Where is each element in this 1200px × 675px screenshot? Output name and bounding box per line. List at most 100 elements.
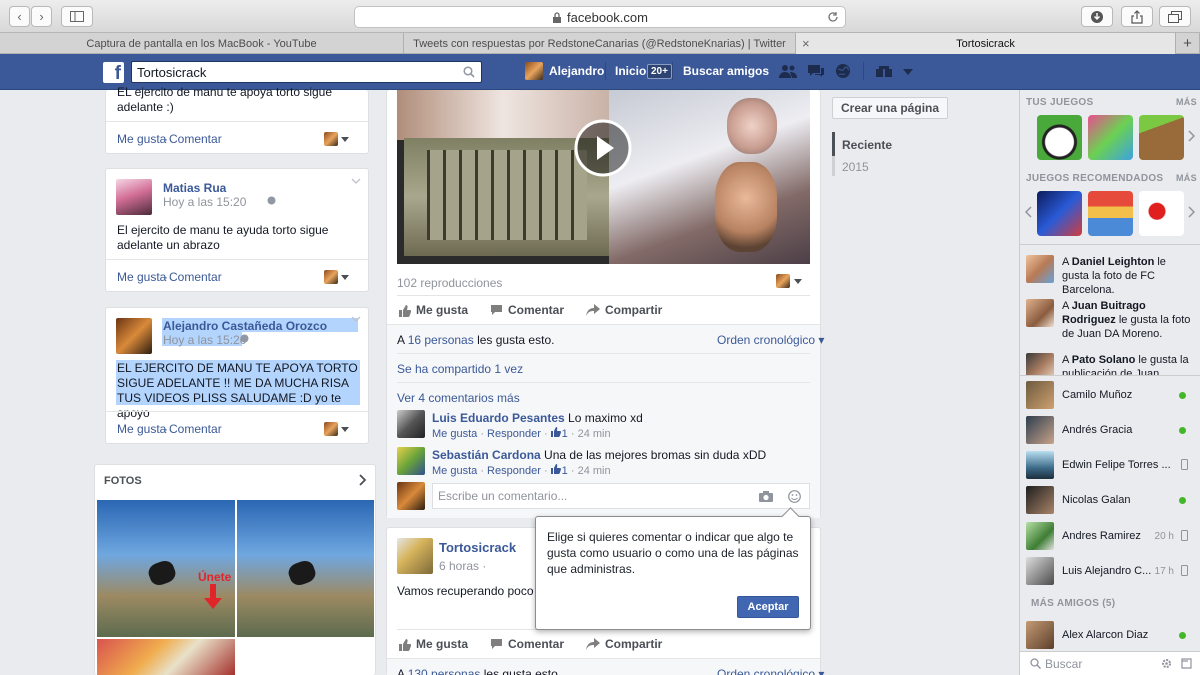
chevron-right-icon[interactable] bbox=[1188, 130, 1195, 142]
chat-contact-6[interactable]: Luis Alejandro C... 17 h bbox=[1026, 555, 1200, 587]
photo-thumbnail-3[interactable] bbox=[97, 639, 235, 675]
chevron-down-icon[interactable] bbox=[794, 279, 802, 284]
chevron-down-icon[interactable] bbox=[341, 427, 349, 432]
like-link-3[interactable]: Me gusta bbox=[117, 422, 166, 436]
your-games-more-link[interactable]: MÁS bbox=[1176, 97, 1197, 107]
game-dots-icon[interactable] bbox=[1139, 191, 1184, 236]
messages-icon[interactable] bbox=[806, 63, 826, 79]
tab-twitter[interactable]: Tweets con respuestas por RedstoneCanari… bbox=[404, 33, 796, 54]
back-button[interactable]: ‹ bbox=[9, 6, 30, 27]
chevron-down-icon[interactable] bbox=[341, 275, 349, 280]
game-friends-icon[interactable] bbox=[1088, 115, 1133, 160]
accept-button[interactable]: Aceptar bbox=[737, 596, 799, 618]
privacy-shortcuts-icon[interactable] bbox=[876, 66, 892, 78]
photo-thumbnail-2[interactable] bbox=[237, 500, 374, 637]
home-link[interactable]: Inicio bbox=[615, 64, 646, 78]
tab-youtube[interactable]: Captura de pantalla en los MacBook - You… bbox=[0, 33, 404, 54]
post-as-avatar-3[interactable] bbox=[324, 422, 338, 436]
facebook-search-input[interactable]: Tortosicrack bbox=[131, 61, 482, 83]
like-link-1[interactable]: Me gusta bbox=[117, 132, 166, 146]
chat-contact-4[interactable]: Nicolas Galan bbox=[1026, 484, 1200, 516]
profile-link[interactable]: Alejandro bbox=[549, 64, 604, 78]
chat-contact-1[interactable]: Camilo Muñoz bbox=[1026, 379, 1200, 411]
comment-order-dropdown[interactable]: Orden cronológico ▾ bbox=[717, 333, 824, 347]
play-icon[interactable] bbox=[574, 119, 632, 177]
chevron-right-icon[interactable] bbox=[359, 474, 367, 486]
timeline-recent[interactable]: Reciente bbox=[842, 138, 892, 152]
facebook-logo[interactable]: f bbox=[103, 62, 124, 83]
sebastian-avatar[interactable] bbox=[397, 447, 425, 475]
reload-icon[interactable] bbox=[827, 11, 839, 23]
comment-time-2[interactable]: Hoy a las 15:20 bbox=[163, 195, 246, 209]
game-soccer-icon[interactable] bbox=[1037, 115, 1082, 160]
game-action-icon[interactable] bbox=[1037, 191, 1082, 236]
comment-author-3[interactable]: Alejandro Castañeda Orozco bbox=[163, 319, 327, 333]
post-as-avatar-2[interactable] bbox=[324, 270, 338, 284]
find-friends-link[interactable]: Buscar amigos bbox=[683, 64, 769, 78]
chat-contact-3[interactable]: Edwin Felipe Torres ... bbox=[1026, 449, 1200, 481]
comment-button[interactable]: Comentar bbox=[490, 303, 564, 317]
new-tab-button[interactable]: + bbox=[1176, 33, 1200, 54]
address-bar[interactable]: facebook.com bbox=[354, 6, 846, 28]
ticker-avatar-3[interactable] bbox=[1026, 353, 1054, 375]
luis-eduardo-avatar[interactable] bbox=[397, 410, 425, 438]
comment-time-3[interactable]: Hoy a las 15:20 bbox=[163, 333, 246, 347]
ticker-avatar-1[interactable] bbox=[1026, 255, 1054, 283]
chat-contact-5[interactable]: Andres Ramirez 20 h bbox=[1026, 520, 1200, 552]
timeline-2015[interactable]: 2015 bbox=[842, 160, 869, 174]
comment-link-1[interactable]: Comentar bbox=[169, 132, 222, 146]
ticker-avatar-2[interactable] bbox=[1026, 299, 1054, 327]
gear-icon[interactable] bbox=[1161, 658, 1172, 669]
like-button-2[interactable]: Me gusta bbox=[398, 637, 468, 651]
video-player[interactable] bbox=[397, 90, 810, 264]
post-as-avatar-1[interactable] bbox=[324, 132, 338, 146]
comment-order-dropdown-2[interactable]: Orden cronológico ▾ bbox=[717, 667, 824, 675]
chevron-down-icon[interactable] bbox=[341, 137, 349, 142]
share-post-button[interactable]: Compartir bbox=[586, 303, 662, 317]
write-comment-input[interactable]: Escribe un comentario... bbox=[432, 483, 810, 509]
comment-reply-link[interactable]: Responder bbox=[487, 465, 541, 477]
user-avatar[interactable] bbox=[525, 62, 543, 80]
recommended-games-more-link[interactable]: MÁS bbox=[1176, 173, 1197, 183]
matias-rua-avatar[interactable] bbox=[116, 179, 152, 215]
comment-link-3[interactable]: Comentar bbox=[169, 422, 222, 436]
chevron-left-icon[interactable] bbox=[1025, 206, 1032, 218]
create-page-button[interactable]: Crear una página bbox=[832, 97, 949, 119]
ticker-item-2[interactable]: A Juan Buitrago Rodriguez le gusta la fo… bbox=[1062, 299, 1192, 341]
camera-icon[interactable] bbox=[759, 490, 773, 502]
likes-people-link[interactable]: 16 personas bbox=[408, 333, 474, 347]
chevron-right-icon[interactable] bbox=[1188, 206, 1195, 218]
post-time[interactable]: 6 horas · bbox=[439, 559, 486, 573]
tabs-overview-button[interactable] bbox=[1159, 6, 1191, 27]
share-button[interactable] bbox=[1121, 6, 1153, 27]
like-link-2[interactable]: Me gusta bbox=[117, 270, 166, 284]
photos-title[interactable]: FOTOS bbox=[104, 475, 142, 487]
view-more-comments-link[interactable]: Ver 4 comentarios más bbox=[397, 391, 520, 405]
search-icon[interactable] bbox=[463, 66, 475, 78]
forward-button[interactable]: › bbox=[31, 6, 52, 27]
comment-button-2[interactable]: Comentar bbox=[490, 637, 564, 651]
comment-link-2[interactable]: Comentar bbox=[169, 270, 222, 284]
friend-requests-icon[interactable] bbox=[778, 63, 798, 79]
new-chat-icon[interactable] bbox=[1181, 658, 1192, 669]
tab-tortosicrack[interactable]: × Tortosicrack bbox=[796, 33, 1176, 54]
chat-search-input[interactable]: Buscar bbox=[1020, 651, 1200, 675]
post-author[interactable]: Tortosicrack bbox=[439, 540, 516, 555]
chat-contact-7[interactable]: Alex Alarcon Diaz bbox=[1026, 619, 1200, 651]
comment-like-link[interactable]: Me gusta bbox=[432, 465, 477, 477]
share-post-button-2[interactable]: Compartir bbox=[586, 637, 662, 651]
game-blocks-icon[interactable] bbox=[1139, 115, 1184, 160]
sidebar-toggle-button[interactable] bbox=[61, 6, 93, 27]
like-button[interactable]: Me gusta bbox=[398, 303, 468, 317]
game-happy-wheels-icon[interactable] bbox=[1088, 191, 1133, 236]
account-menu-chevron-icon[interactable] bbox=[903, 69, 913, 75]
downloads-button[interactable] bbox=[1081, 6, 1113, 27]
options-chevron-icon[interactable] bbox=[351, 178, 361, 184]
close-tab-icon[interactable]: × bbox=[802, 36, 810, 51]
options-chevron-icon[interactable] bbox=[351, 316, 361, 322]
tortosicrack-avatar[interactable] bbox=[397, 538, 433, 574]
photo-thumbnail-1[interactable]: Únete bbox=[97, 500, 235, 637]
post-as-avatar-video[interactable] bbox=[776, 274, 790, 288]
ticker-item-3[interactable]: A Pato Solano le gusta la publicación de… bbox=[1062, 353, 1192, 375]
ticker-item-1[interactable]: A Daniel Leighton le gusta la foto de FC… bbox=[1062, 255, 1192, 297]
